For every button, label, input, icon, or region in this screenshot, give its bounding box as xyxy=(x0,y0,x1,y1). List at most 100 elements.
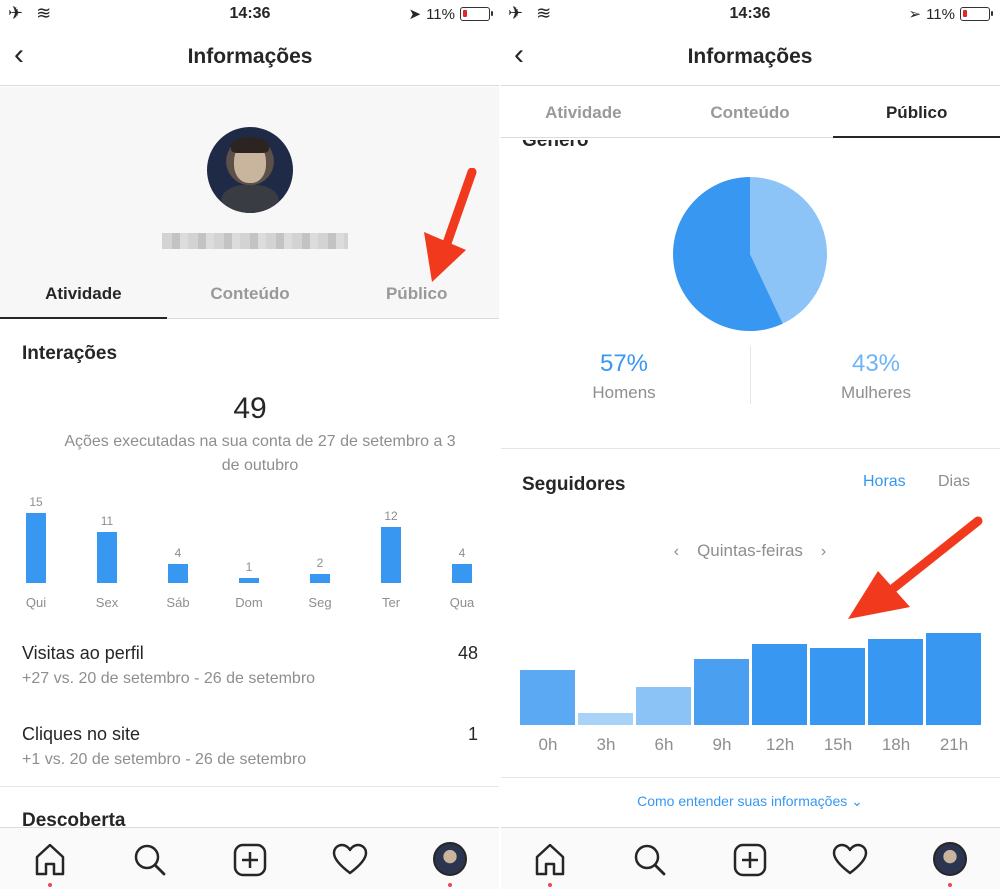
chart-bar xyxy=(452,564,472,583)
status-right: ➢ 11% xyxy=(908,5,993,23)
chart-bar xyxy=(868,639,923,725)
page-title: Informações xyxy=(687,45,813,68)
chart-bar xyxy=(168,564,188,583)
site-clicks-value: 1 xyxy=(467,724,478,744)
bar-category-label: Dom xyxy=(235,595,263,610)
bar-value-label: 4 xyxy=(458,546,466,561)
chart-bar xyxy=(694,659,749,725)
bottom-tab-bar xyxy=(0,827,500,889)
chevron-right-icon[interactable]: › xyxy=(803,543,844,560)
insights-tabs: Atividade Conteúdo Público xyxy=(0,267,500,319)
chevron-down-icon: ⌄ xyxy=(851,793,863,809)
search-icon[interactable] xyxy=(130,840,170,880)
notification-dot xyxy=(448,883,452,887)
location-icon: ➤ xyxy=(408,6,422,23)
women-percent: 43% xyxy=(851,350,901,377)
men-label: Homens xyxy=(592,383,656,402)
profile-visits-comparison: +27 vs. 20 de setembro - 26 de setembro xyxy=(22,670,316,687)
chevron-left-icon[interactable]: ‹ xyxy=(656,543,697,560)
bar-value-label: 12 xyxy=(384,509,398,523)
chart-bar xyxy=(578,713,633,725)
bar-category-label: Seg xyxy=(308,595,332,610)
tab-audience[interactable]: Público xyxy=(333,267,500,318)
profile-visits-value: 48 xyxy=(457,643,478,663)
status-bar: ✈ ≋ 14:36 ➤ 11% xyxy=(0,0,500,28)
nav-bar: ‹ Informações xyxy=(500,28,1000,86)
profile-tab-icon[interactable] xyxy=(930,840,970,887)
chart-bar xyxy=(752,644,807,725)
nav-bar: ‹ Informações xyxy=(0,28,500,86)
profile-visits-row[interactable]: Visitas ao perfil 48 +27 vs. 20 de setem… xyxy=(22,643,478,688)
home-icon[interactable] xyxy=(530,840,570,887)
avatar xyxy=(207,127,293,213)
hour-label: 6h xyxy=(654,735,674,754)
bar-category-label: Sáb xyxy=(166,595,190,610)
profile-tab-icon[interactable] xyxy=(430,840,470,887)
notification-dot xyxy=(48,883,52,887)
bar-category-label: Sex xyxy=(95,595,119,610)
site-clicks-comparison: +1 vs. 20 de setembro - 26 de setembro xyxy=(22,751,307,768)
women-label: Mulheres xyxy=(841,383,911,402)
blurred-username xyxy=(162,233,348,249)
chart-bar xyxy=(636,687,691,725)
status-right: ➤ 11% xyxy=(408,5,493,23)
days-toggle[interactable]: Dias xyxy=(938,473,970,491)
tab-content[interactable]: Conteúdo xyxy=(167,267,334,318)
red-arrow-annotation xyxy=(848,516,983,619)
hours-toggle[interactable]: Horas xyxy=(863,473,906,491)
battery-icon xyxy=(460,7,493,21)
notification-dot xyxy=(548,883,552,887)
bar-value-label: 11 xyxy=(100,513,114,528)
how-to-understand-label: Como entender suas informações xyxy=(637,793,848,809)
interactions-description: Ações executadas na sua conta de 27 de s… xyxy=(64,433,456,474)
followers-title: Seguidores xyxy=(522,474,626,495)
search-icon[interactable] xyxy=(630,840,670,880)
bar-value-label: 2 xyxy=(316,555,324,570)
chart-bar xyxy=(239,578,259,583)
bar-value-label: 1 xyxy=(245,560,253,575)
hour-label: 15h xyxy=(823,735,853,754)
avatar xyxy=(433,842,467,876)
chart-bar xyxy=(810,648,865,725)
chart-bar xyxy=(97,531,117,583)
status-bar: ✈ ≋ 14:36 ➢ 11% xyxy=(500,0,1000,28)
hour-label: 9h xyxy=(712,735,732,754)
heart-icon[interactable] xyxy=(830,840,870,880)
tab-audience[interactable]: Público xyxy=(833,86,1000,138)
bar-value-label: 15 xyxy=(29,495,43,509)
bar-category-label: Qui xyxy=(25,595,47,610)
new-post-icon[interactable] xyxy=(730,840,770,880)
location-icon: ➢ xyxy=(908,6,922,23)
profile-visits-label: Visitas ao perfil xyxy=(22,643,144,663)
tab-content[interactable]: Conteúdo xyxy=(667,86,834,137)
bar-value-label: 4 xyxy=(174,546,182,561)
chart-bar xyxy=(26,513,46,583)
tab-activity[interactable]: Atividade xyxy=(500,86,667,137)
gender-separator xyxy=(750,346,751,404)
battery-percent: 11% xyxy=(426,5,455,23)
divider xyxy=(500,777,1000,778)
selected-day: Quintas-feiras xyxy=(697,541,803,560)
gender-pie-chart xyxy=(673,177,827,331)
notification-dot xyxy=(948,883,952,887)
new-post-icon[interactable] xyxy=(230,840,270,880)
battery-icon xyxy=(960,7,993,21)
tab-activity[interactable]: Atividade xyxy=(0,267,167,319)
divider xyxy=(500,448,1000,449)
chart-bar xyxy=(520,670,575,725)
home-icon[interactable] xyxy=(30,840,70,887)
how-to-understand-link[interactable]: Como entender suas informações ⌄ xyxy=(500,793,1000,810)
divider xyxy=(0,786,500,787)
heart-icon[interactable] xyxy=(330,840,370,880)
men-percent: 57% xyxy=(599,350,649,377)
hour-label: 3h xyxy=(596,735,616,754)
bar-category-label: Qua xyxy=(449,595,475,610)
right-screen: ✈ ≋ 14:36 ➢ 11% ‹ Informações Atividade … xyxy=(500,0,1000,889)
site-clicks-label: Cliques no site xyxy=(22,724,141,744)
screen-divider xyxy=(499,0,501,889)
interactions-total: 49 xyxy=(233,392,267,425)
avatar xyxy=(933,842,967,876)
site-clicks-row[interactable]: Cliques no site 1 +1 vs. 20 de setembro … xyxy=(22,724,478,769)
chart-bar xyxy=(310,573,330,583)
page-title: Informações xyxy=(187,45,313,68)
